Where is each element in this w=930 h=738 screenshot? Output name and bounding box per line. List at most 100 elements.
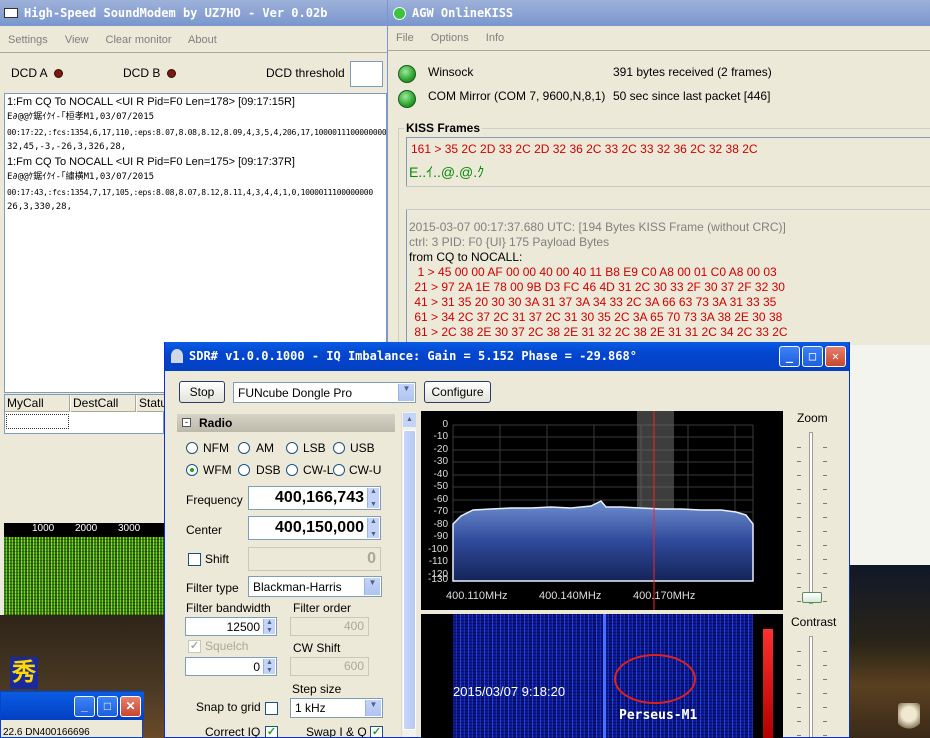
- mode-radio-lsb[interactable]: [286, 442, 298, 454]
- radio-panel-header[interactable]: - Radio: [177, 414, 395, 432]
- shift-checkbox[interactable]: [188, 553, 201, 566]
- contrast-ticks: [797, 638, 827, 737]
- device-select[interactable]: FUNcube Dongle Pro ▼: [233, 382, 416, 403]
- swap-iq-checkbox[interactable]: ✓: [370, 726, 383, 737]
- dcd-a-led: [54, 69, 63, 78]
- snap-to-grid-checkbox[interactable]: [265, 702, 278, 715]
- snap-to-grid-label: Snap to grid: [196, 700, 261, 714]
- mode-radio-cwu[interactable]: [333, 464, 345, 476]
- table-header-mycall[interactable]: MyCall: [5, 395, 70, 412]
- scroll-up-icon[interactable]: ▲: [403, 413, 416, 427]
- waterfall-label: Perseus-M1: [619, 708, 698, 723]
- collapse-icon[interactable]: -: [182, 418, 191, 427]
- menu-view[interactable]: View: [65, 34, 89, 46]
- dcd-threshold-slider[interactable]: [350, 61, 383, 87]
- center-label: Center: [186, 523, 223, 537]
- filter-bandwidth-value: 12500: [226, 620, 260, 634]
- mode-label-lsb: LSB: [303, 441, 326, 455]
- waterfall-carrier-line: [603, 614, 606, 738]
- maximize-button[interactable]: □: [97, 696, 118, 717]
- table-row[interactable]: [6, 414, 69, 429]
- agw-menu-divider: [388, 50, 930, 51]
- db-tick: -70: [433, 506, 448, 517]
- sdr-minimize-button[interactable]: _: [779, 346, 800, 367]
- mode-radio-wfm[interactable]: [186, 464, 198, 476]
- mode-radio-nfm[interactable]: [186, 442, 198, 454]
- mode-radio-cwl[interactable]: [286, 464, 298, 476]
- chevron-down-icon[interactable]: ▼: [365, 700, 381, 716]
- center-input[interactable]: 400,150,000: [248, 516, 381, 540]
- filter-bandwidth-stepper[interactable]: [263, 619, 275, 634]
- winsock-info: 391 bytes received (2 frames): [613, 65, 772, 79]
- sdr-waterfall[interactable]: 2015/03/07 9:18:20 Perseus-M1: [421, 614, 783, 738]
- frequency-stepper[interactable]: [367, 488, 379, 508]
- dcd-b-led: [167, 69, 176, 78]
- db-tick: -130: [427, 574, 448, 585]
- menu-info[interactable]: Info: [486, 32, 504, 44]
- freq-tick: 400.140MHz: [539, 590, 602, 602]
- device-select-value: FUNcube Dongle Pro: [238, 386, 353, 400]
- db-tick: -100: [427, 544, 448, 555]
- soundmodem-app-icon: [4, 8, 18, 18]
- freq-tick: 400.110MHz: [446, 590, 508, 602]
- monitor-line: 00:17:22,:fcs:1354,6,17,110,:eps:8.07,8.…: [7, 128, 387, 137]
- audio-waterfall[interactable]: 1000 2000 3000: [4, 523, 164, 615]
- shift-input[interactable]: 0: [248, 547, 381, 571]
- table-header-destcall[interactable]: DestCall: [71, 395, 136, 412]
- configure-button[interactable]: Configure: [424, 381, 491, 403]
- menu-file[interactable]: File: [396, 32, 414, 44]
- squelch-label: Squelch: [205, 639, 249, 653]
- mode-label-cwu: CW-U: [349, 463, 382, 477]
- mode-radio-usb[interactable]: [333, 442, 345, 454]
- correct-iq-checkbox[interactable]: ✓: [265, 726, 278, 737]
- kiss-frames-label: KISS Frames: [404, 121, 483, 135]
- kiss-frame-from: from CQ to NOCALL:: [409, 250, 523, 264]
- filter-order-input[interactable]: 400: [290, 617, 369, 636]
- waterfall-timestamp: 2015/03/07 9:18:20: [453, 684, 566, 699]
- freq-tick: 400.170MHz: [633, 590, 696, 602]
- db-tick: -110: [428, 556, 448, 567]
- station-table[interactable]: MyCall DestCall Statu: [4, 394, 167, 434]
- menu-clear-monitor[interactable]: Clear monitor: [106, 34, 172, 46]
- menu-options[interactable]: Options: [431, 32, 469, 44]
- sdr-close-button[interactable]: ✕: [825, 346, 846, 367]
- filter-order-label: Filter order: [293, 601, 352, 615]
- db-tick: -40: [433, 469, 448, 480]
- panel-scrollbar[interactable]: ▲: [401, 412, 416, 737]
- squelch-checkbox[interactable]: ✓: [188, 640, 201, 653]
- filter-bandwidth-input[interactable]: 12500: [185, 617, 277, 636]
- mode-radio-am[interactable]: [238, 442, 250, 454]
- menu-settings[interactable]: Settings: [8, 34, 48, 46]
- monitor-line: 1:Fm CQ To NOCALL <UI R Pid=F0 Len=175> …: [7, 156, 295, 168]
- sdr-titlebar[interactable]: SDR# v1.0.0.1000 - IQ Imbalance: Gain = …: [165, 342, 849, 371]
- frequency-input[interactable]: 400,166,743: [248, 486, 381, 510]
- step-size-select[interactable]: 1 kHz ▼: [290, 698, 383, 718]
- cw-shift-input[interactable]: 600: [290, 657, 369, 676]
- signal-highlight-ellipse: [614, 654, 696, 704]
- squelch-stepper[interactable]: [263, 659, 275, 674]
- frequency-label: Frequency: [186, 493, 243, 507]
- desktop-mascot-icon[interactable]: [898, 703, 920, 735]
- sdr-maximize-button[interactable]: □: [802, 346, 823, 367]
- close-button[interactable]: ✕: [120, 696, 141, 717]
- minimized-window-titlebar[interactable]: _ □ ✕: [1, 692, 144, 720]
- soundmodem-titlebar[interactable]: High-Speed SoundModem by UZ7HO - Ver 0.0…: [0, 0, 389, 26]
- db-tick: -90: [433, 531, 448, 542]
- mode-radio-dsb[interactable]: [238, 464, 250, 476]
- center-stepper[interactable]: [367, 518, 379, 538]
- step-size-label: Step size: [292, 682, 342, 696]
- minimize-button[interactable]: _: [74, 696, 95, 717]
- chevron-down-icon[interactable]: ▼: [398, 384, 414, 401]
- filter-type-select[interactable]: Blackman-Harris ▼: [248, 576, 382, 597]
- chevron-down-icon[interactable]: ▼: [364, 578, 380, 595]
- desktop-shortcut-icon[interactable]: 秀: [10, 657, 38, 689]
- spectrum-display[interactable]: 0 -10 -20 -30 -40 -50 -60 -70 -80 -90 -1…: [421, 411, 783, 610]
- table-header-status[interactable]: Statu: [137, 395, 167, 412]
- squelch-input[interactable]: 0: [185, 657, 277, 676]
- menu-about[interactable]: About: [188, 34, 217, 46]
- stop-button[interactable]: Stop: [179, 381, 225, 403]
- waterfall-noise: [4, 537, 164, 615]
- agw-titlebar[interactable]: AGW OnlineKISS: [388, 0, 930, 26]
- scroll-thumb[interactable]: [403, 430, 416, 730]
- zoom-slider-thumb[interactable]: [802, 592, 822, 603]
